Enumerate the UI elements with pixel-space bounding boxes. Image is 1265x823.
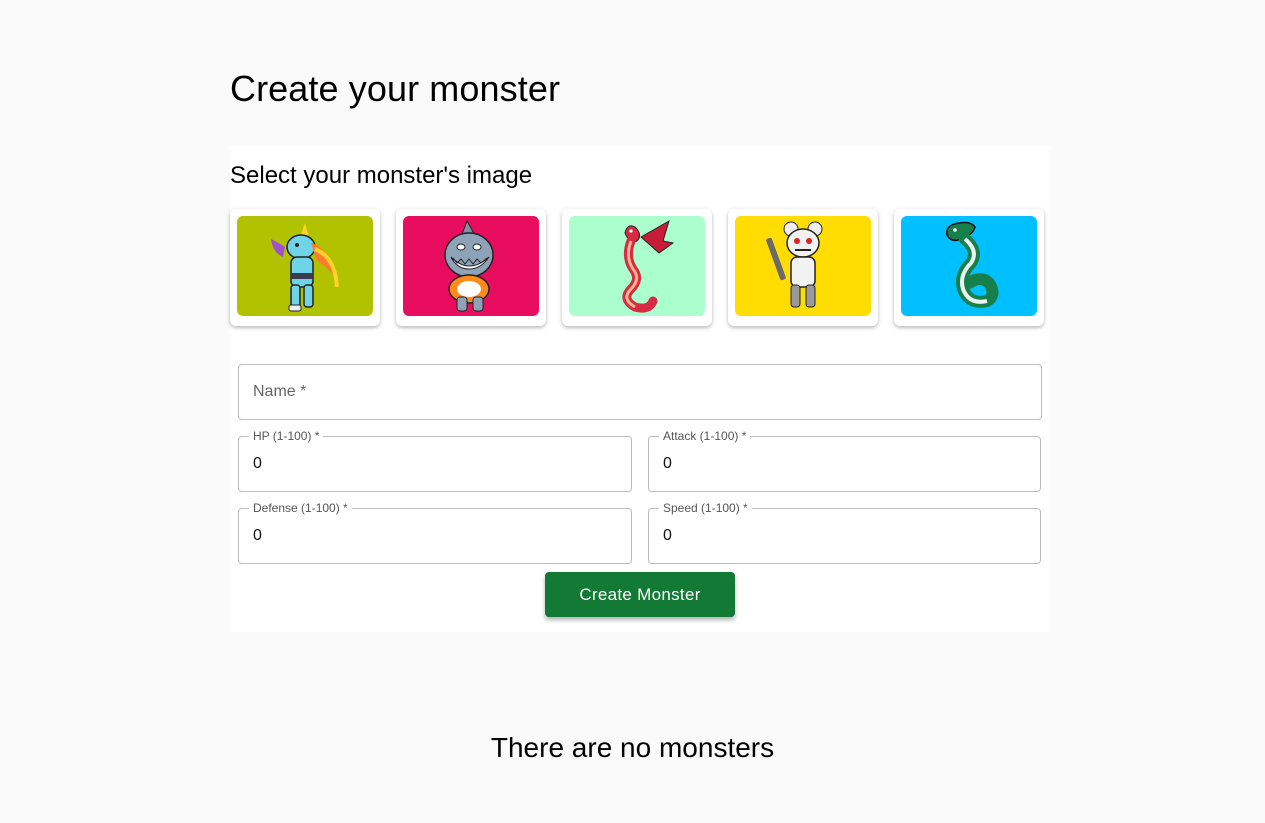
image-option-dragon[interactable]	[562, 209, 712, 326]
image-select-title: Select your monster's image	[230, 162, 533, 189]
empty-monsters-message: There are no monsters	[490, 732, 775, 763]
name-field[interactable]: Name *	[238, 364, 1042, 420]
robot-bear-monster-image	[735, 216, 871, 316]
attack-field[interactable]: Attack (1-100) *	[648, 429, 1041, 492]
defense-field[interactable]: Defense (1-100) *	[238, 501, 632, 564]
image-option-shark[interactable]	[396, 209, 546, 326]
shark-monster-image	[403, 216, 539, 316]
defense-input[interactable]	[239, 509, 631, 563]
create-monster-button[interactable]: Create Monster	[545, 572, 735, 617]
image-option-unicorn[interactable]	[230, 209, 380, 326]
hp-input[interactable]	[239, 437, 631, 491]
hp-field[interactable]: HP (1-100) *	[238, 429, 632, 492]
name-placeholder: Name *	[253, 383, 307, 400]
image-options	[230, 209, 1044, 326]
page-title: Create your monster	[230, 68, 561, 109]
speed-input[interactable]	[649, 509, 1040, 563]
image-option-snake[interactable]	[894, 209, 1044, 326]
unicorn-monster-image	[237, 216, 373, 316]
monster-form: Select your monster's image Name * HP (1…	[230, 146, 1050, 632]
dragon-monster-image	[569, 216, 705, 316]
attack-input[interactable]	[649, 437, 1040, 491]
speed-field[interactable]: Speed (1-100) *	[648, 501, 1041, 564]
snake-monster-image	[901, 216, 1037, 316]
image-option-robot-bear[interactable]	[728, 209, 878, 326]
